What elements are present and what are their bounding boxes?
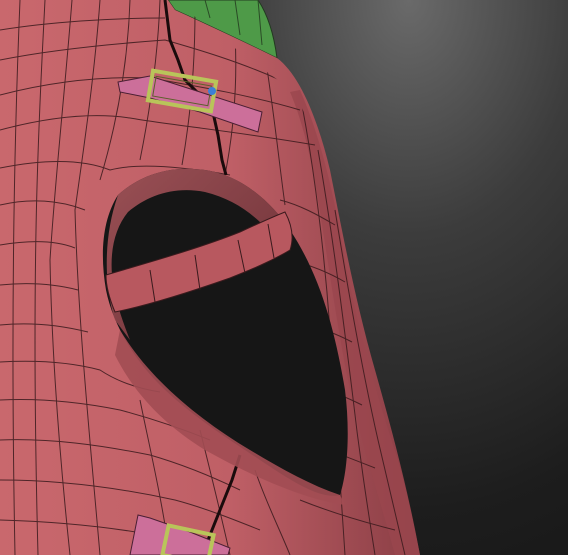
3d-viewport[interactable]	[0, 0, 568, 555]
viewport-canvas[interactable]	[0, 0, 568, 555]
gizmo-pivot[interactable]	[208, 87, 216, 95]
